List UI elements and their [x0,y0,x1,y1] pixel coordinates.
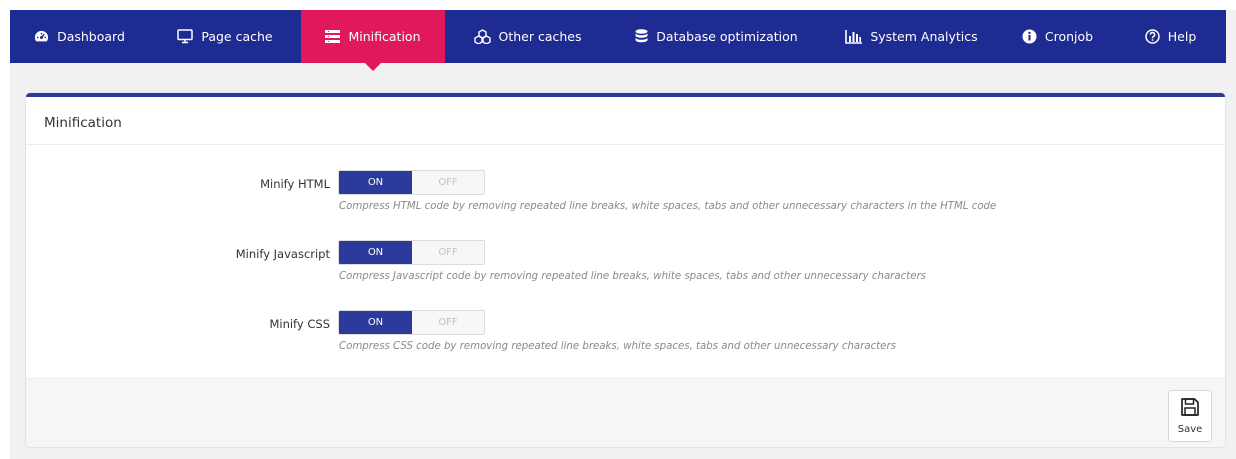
setting-description: Compress HTML code by removing repeated … [339,201,997,212]
toggle-on-option[interactable]: ON [339,171,412,194]
tab-label: Cronjob [1044,29,1094,44]
setting-label: Minify Javascript [235,247,330,261]
tab-label: Page cache [201,29,273,44]
dashboard-icon [34,29,49,44]
tab-database-optimization[interactable]: Database optimization [610,10,823,63]
panel-accent-bar [26,93,1225,97]
toggle-on-option[interactable]: ON [339,311,412,334]
tab-label: Help [1167,29,1197,44]
tab-page-cache[interactable]: Page cache [149,10,301,63]
panel-footer: Save [26,378,1225,447]
minify-html-toggle[interactable]: ON OFF [338,170,485,195]
setting-description: Compress CSS code by removing repeated l… [339,341,896,352]
tab-label: System Analytics [870,29,978,44]
tab-label: Other caches [498,29,582,44]
panel-title: Minification [44,115,122,131]
tab-help[interactable]: Help [1115,10,1226,63]
window-frame-left [0,0,10,459]
toggle-off-option[interactable]: OFF [412,241,484,264]
setting-label: Minify HTML [260,177,330,191]
save-button-label: Save [1177,424,1203,435]
toggle-off-option[interactable]: OFF [412,171,484,194]
tab-dashboard[interactable]: Dashboard [10,10,149,63]
floppy-disk-icon [1180,397,1200,421]
tab-minification[interactable]: Minification [301,10,445,71]
main-navbar: Dashboard Page cache Minification Other … [10,10,1226,71]
minification-panel: Minification Minify HTML ON OFF Compress… [25,92,1226,448]
bar-chart-icon [845,29,863,44]
divider [26,144,1225,145]
tab-cronjob[interactable]: Cronjob [1000,10,1115,63]
toggle-off-option[interactable]: OFF [412,311,484,334]
list-icon [325,30,341,43]
monitor-icon [177,29,194,44]
setting-description: Compress Javascript code by removing rep… [339,271,926,282]
save-button[interactable]: Save [1168,390,1212,442]
tab-system-analytics[interactable]: System Analytics [823,10,1000,63]
cubes-icon [473,29,491,44]
question-icon [1145,29,1160,44]
setting-label: Minify CSS [269,317,330,331]
database-icon [635,29,648,44]
toggle-on-option[interactable]: ON [339,241,412,264]
tab-label: Dashboard [57,29,125,44]
minify-javascript-toggle[interactable]: ON OFF [338,240,485,265]
tab-other-caches[interactable]: Other caches [445,10,610,63]
tab-label: Minification [348,29,421,44]
info-icon [1022,29,1037,44]
window-frame-top [0,0,1236,10]
minify-css-toggle[interactable]: ON OFF [338,310,485,335]
tab-label: Database optimization [656,29,798,44]
